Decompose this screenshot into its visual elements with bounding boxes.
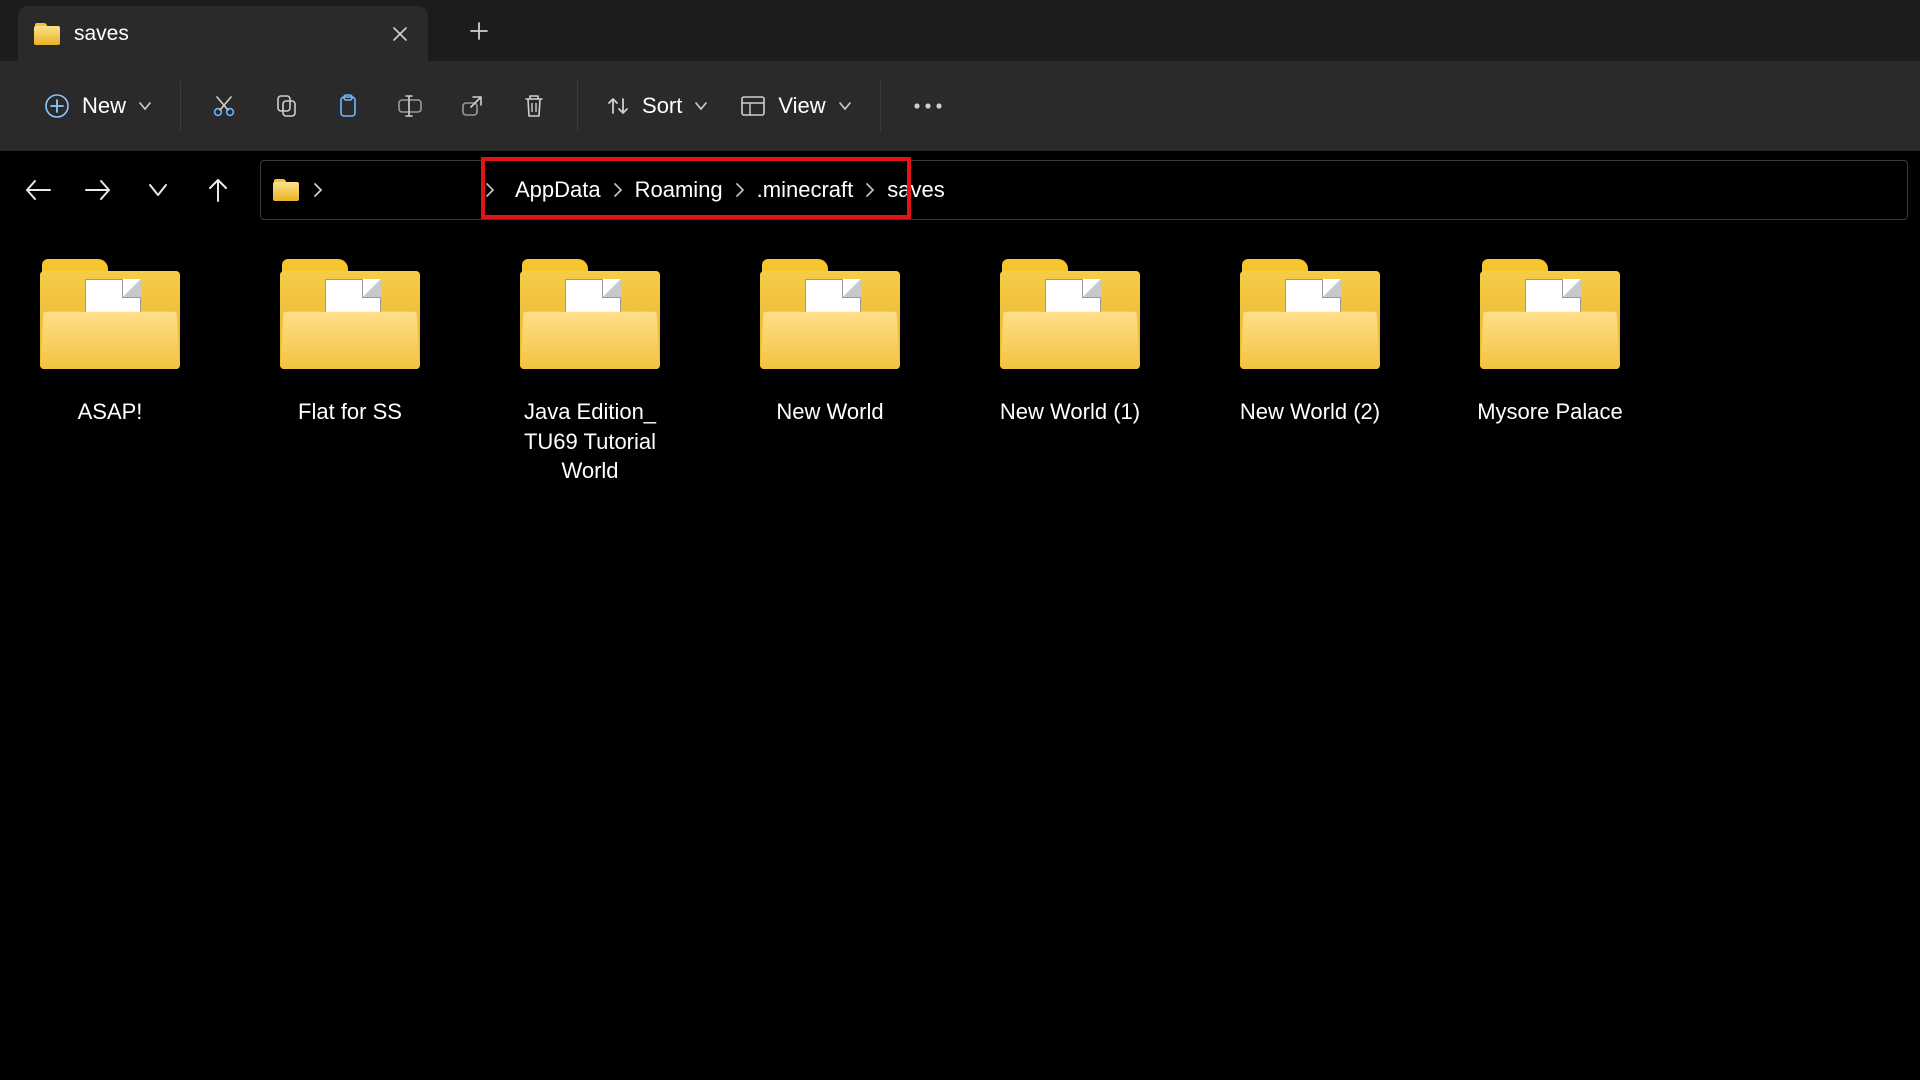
sort-label: Sort xyxy=(642,93,682,119)
delete-button[interactable] xyxy=(503,76,565,136)
folder-item[interactable]: Flat for SS xyxy=(260,259,440,486)
folder-grid: ASAP! Flat for SS Java Edition_ TU69 Tutor… xyxy=(0,221,1920,1080)
up-button[interactable] xyxy=(192,164,244,216)
folder-label: Flat for SS xyxy=(298,397,402,427)
separator xyxy=(577,81,578,131)
back-button[interactable] xyxy=(12,164,64,216)
chevron-down-icon xyxy=(694,99,708,113)
forward-button[interactable] xyxy=(72,164,124,216)
share-icon xyxy=(459,93,485,119)
rename-icon xyxy=(396,93,424,119)
breadcrumb-segment[interactable]: Roaming xyxy=(629,173,729,207)
view-icon xyxy=(740,95,766,117)
new-button[interactable]: New xyxy=(28,83,168,129)
folder-item[interactable]: ASAP! xyxy=(20,259,200,486)
folder-icon xyxy=(1000,259,1140,369)
arrow-left-icon xyxy=(24,178,52,202)
chevron-down-icon xyxy=(138,99,152,113)
copy-button[interactable] xyxy=(255,76,317,136)
chevron-down-icon xyxy=(148,182,168,198)
separator xyxy=(880,81,881,131)
paste-button[interactable] xyxy=(317,76,379,136)
tab-bar: saves xyxy=(0,0,1920,61)
sort-icon xyxy=(606,94,630,118)
folder-icon xyxy=(40,259,180,369)
explorer-tab[interactable]: saves xyxy=(18,6,428,61)
view-label: View xyxy=(778,93,825,119)
cut-button[interactable] xyxy=(193,76,255,136)
folder-item[interactable]: New World (1) xyxy=(980,259,1160,486)
chevron-right-icon xyxy=(859,182,881,198)
close-icon[interactable] xyxy=(388,22,412,46)
breadcrumb: AppData Roaming .minecraft saves xyxy=(509,173,951,207)
scissors-icon xyxy=(211,93,237,119)
share-button[interactable] xyxy=(441,76,503,136)
address-bar[interactable]: AppData Roaming .minecraft saves xyxy=(260,160,1908,220)
breadcrumb-segment[interactable]: saves xyxy=(881,173,950,207)
recent-locations-button[interactable] xyxy=(132,164,184,216)
folder-icon xyxy=(273,179,299,201)
plus-circle-icon xyxy=(44,93,70,119)
folder-label: ASAP! xyxy=(78,397,143,427)
folder-label: New World (1) xyxy=(1000,397,1140,427)
toolbar: New xyxy=(0,61,1920,151)
arrow-up-icon xyxy=(207,177,229,203)
folder-item[interactable]: New World xyxy=(740,259,920,486)
chevron-right-icon xyxy=(479,182,501,198)
chevron-right-icon xyxy=(607,182,629,198)
nav-row: AppData Roaming .minecraft saves xyxy=(0,151,1920,221)
folder-icon xyxy=(520,259,660,369)
folder-icon xyxy=(760,259,900,369)
folder-item[interactable]: Mysore Palace xyxy=(1460,259,1640,486)
clipboard-icon xyxy=(335,93,361,119)
copy-icon xyxy=(273,93,299,119)
view-button[interactable]: View xyxy=(724,83,867,129)
new-tab-button[interactable] xyxy=(456,8,502,54)
folder-item[interactable]: New World (2) xyxy=(1220,259,1400,486)
tab-title: saves xyxy=(74,22,374,46)
new-label: New xyxy=(82,93,126,119)
chevron-down-icon xyxy=(838,99,852,113)
separator xyxy=(180,81,181,131)
chevron-right-icon xyxy=(729,182,751,198)
folder-icon xyxy=(1240,259,1380,369)
folder-label: Java Edition_ TU69 Tutorial World xyxy=(500,397,680,486)
breadcrumb-segment[interactable]: AppData xyxy=(509,173,607,207)
arrow-right-icon xyxy=(84,178,112,202)
rename-button[interactable] xyxy=(379,76,441,136)
trash-icon xyxy=(522,93,546,119)
sort-button[interactable]: Sort xyxy=(590,83,724,129)
breadcrumb-segment[interactable]: .minecraft xyxy=(751,173,860,207)
folder-item[interactable]: Java Edition_ TU69 Tutorial World xyxy=(500,259,680,486)
folder-icon xyxy=(1480,259,1620,369)
chevron-right-icon[interactable] xyxy=(313,182,323,198)
more-button[interactable] xyxy=(893,76,963,136)
folder-label: Mysore Palace xyxy=(1477,397,1623,427)
folder-icon xyxy=(34,23,60,45)
ellipsis-icon xyxy=(913,102,943,110)
folder-label: New World (2) xyxy=(1240,397,1380,427)
folder-icon xyxy=(280,259,420,369)
folder-label: New World xyxy=(776,397,883,427)
